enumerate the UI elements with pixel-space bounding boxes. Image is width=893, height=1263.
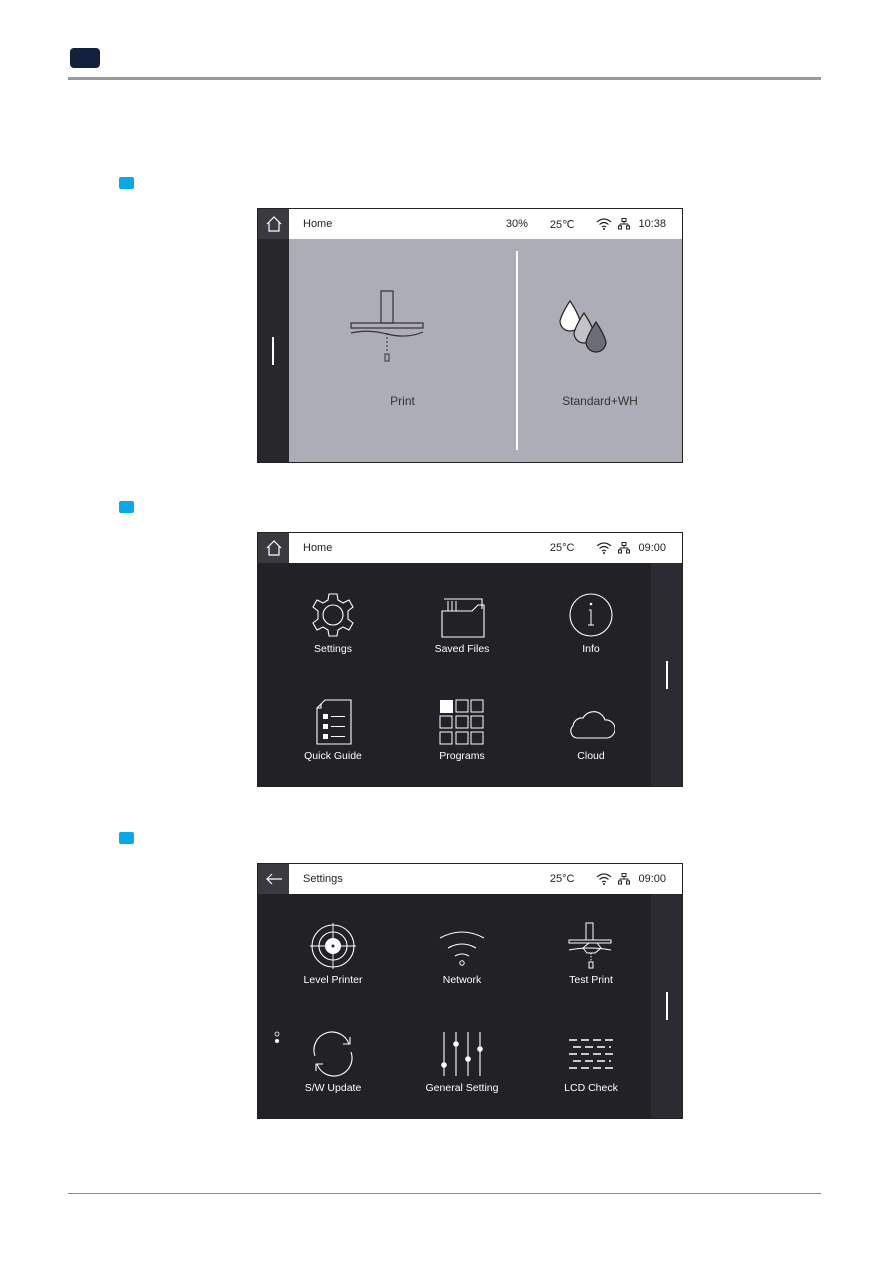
screen-title: Settings (303, 873, 343, 885)
ink-mode-label: Standard+WH (562, 394, 638, 408)
status-bar: Home 25°C 09:00 (258, 533, 682, 563)
ink-drops-icon (559, 299, 607, 353)
ethernet-icon (618, 873, 631, 885)
settings-item-level-printer[interactable]: Level Printer (268, 922, 398, 986)
home-icon (266, 216, 281, 232)
menu-item-label: Settings (314, 643, 352, 655)
right-sidebar (651, 894, 682, 1118)
header-rule (68, 77, 821, 80)
print-tile[interactable]: Print (289, 239, 516, 462)
back-button[interactable] (258, 864, 289, 894)
settings-item-label: Network (442, 974, 482, 986)
temperature-readout: 25°C (549, 873, 575, 885)
settings-item-test-print[interactable]: Test Print (526, 922, 656, 986)
menu-item-quick-guide[interactable]: Quick Guide (268, 698, 398, 762)
back-arrow-icon (265, 873, 282, 885)
footer-rule (68, 1193, 821, 1194)
home-button[interactable] (258, 209, 289, 239)
gear-icon (312, 593, 354, 637)
wifi-icon (597, 873, 612, 885)
menu-grid: Settings Saved Files Info Quick Guide Pr… (258, 563, 652, 786)
grid-icon (439, 699, 484, 745)
wifi-icon (597, 218, 612, 230)
settings-item-lcd-check[interactable]: LCD Check (526, 1030, 656, 1094)
menu-item-saved-files[interactable]: Saved Files (397, 591, 527, 655)
cloud-icon (570, 711, 615, 739)
right-sidebar (651, 563, 682, 786)
refresh-icon (313, 1031, 353, 1077)
home-screen-printing: Home 30% 25℃ 10:38 Print Standard+WH (257, 208, 683, 463)
menu-item-label: Cloud (577, 750, 605, 762)
step-badge-3 (119, 832, 134, 844)
menu-item-label: Saved Files (434, 643, 490, 655)
settings-item-general-setting[interactable]: General Setting (397, 1030, 527, 1094)
home-icon (266, 540, 281, 556)
screen-title: Home (303, 218, 333, 230)
scroll-indicator[interactable] (272, 337, 274, 365)
left-sidebar (258, 239, 289, 462)
clock: 10:38 (638, 218, 666, 230)
clock: 09:00 (638, 873, 666, 885)
settings-item-network[interactable]: Network (397, 922, 527, 986)
wifi-icon (439, 931, 485, 966)
lcd-pattern-icon (569, 1039, 615, 1069)
humidity-readout: 30% (505, 218, 528, 230)
settings-grid: Level Printer Network Test Print S/W Upd… (258, 894, 652, 1118)
home-button[interactable] (258, 533, 289, 563)
scroll-indicator[interactable] (666, 992, 668, 1020)
settings-item-label: General Setting (425, 1082, 499, 1094)
menu-item-label: Info (582, 643, 600, 655)
document-list-icon (316, 699, 352, 745)
scroll-indicator[interactable] (666, 661, 668, 689)
test-print-icon (568, 922, 612, 969)
settings-item-label: Test Print (569, 974, 613, 986)
status-bar: Settings 25°C 09:00 (258, 864, 682, 894)
settings-item-label: LCD Check (564, 1082, 618, 1094)
settings-item-sw-update[interactable]: S/W Update (268, 1030, 398, 1094)
folder-icon (441, 598, 485, 638)
temperature-readout: 25°C (549, 542, 575, 554)
screen-title: Home (303, 542, 333, 554)
settings-item-label: Level Printer (303, 974, 363, 986)
step-badge-2 (119, 501, 134, 513)
settings-item-label: S/W Update (304, 1082, 362, 1094)
print-label: Print (390, 394, 415, 408)
wifi-icon (597, 542, 612, 554)
menu-item-settings[interactable]: Settings (268, 591, 398, 655)
main-panel: Print Standard+WH (289, 239, 682, 462)
menu-item-label: Quick Guide (304, 750, 362, 762)
menu-item-label: Programs (439, 750, 485, 762)
ethernet-icon (618, 218, 631, 230)
home-screen-menu: Home 25°C 09:00 Settings Saved Files Inf… (257, 532, 683, 787)
chapter-badge (70, 48, 100, 68)
menu-item-programs[interactable]: Programs (397, 698, 527, 762)
settings-screen: Settings 25°C 09:00 Level Printer Networ… (257, 863, 683, 1119)
temperature-readout: 25℃ (549, 218, 575, 231)
printhead-icon (350, 290, 424, 362)
sliders-icon (441, 1032, 483, 1076)
menu-item-cloud[interactable]: Cloud (526, 698, 656, 762)
clock: 09:00 (638, 542, 666, 554)
ethernet-icon (618, 542, 631, 554)
ink-mode-tile[interactable]: Standard+WH (518, 239, 682, 462)
target-icon (310, 923, 356, 969)
step-badge-1 (119, 177, 134, 189)
menu-item-info[interactable]: Info (526, 591, 656, 655)
status-bar: Home 30% 25℃ 10:38 (258, 209, 682, 239)
info-icon (569, 593, 613, 637)
